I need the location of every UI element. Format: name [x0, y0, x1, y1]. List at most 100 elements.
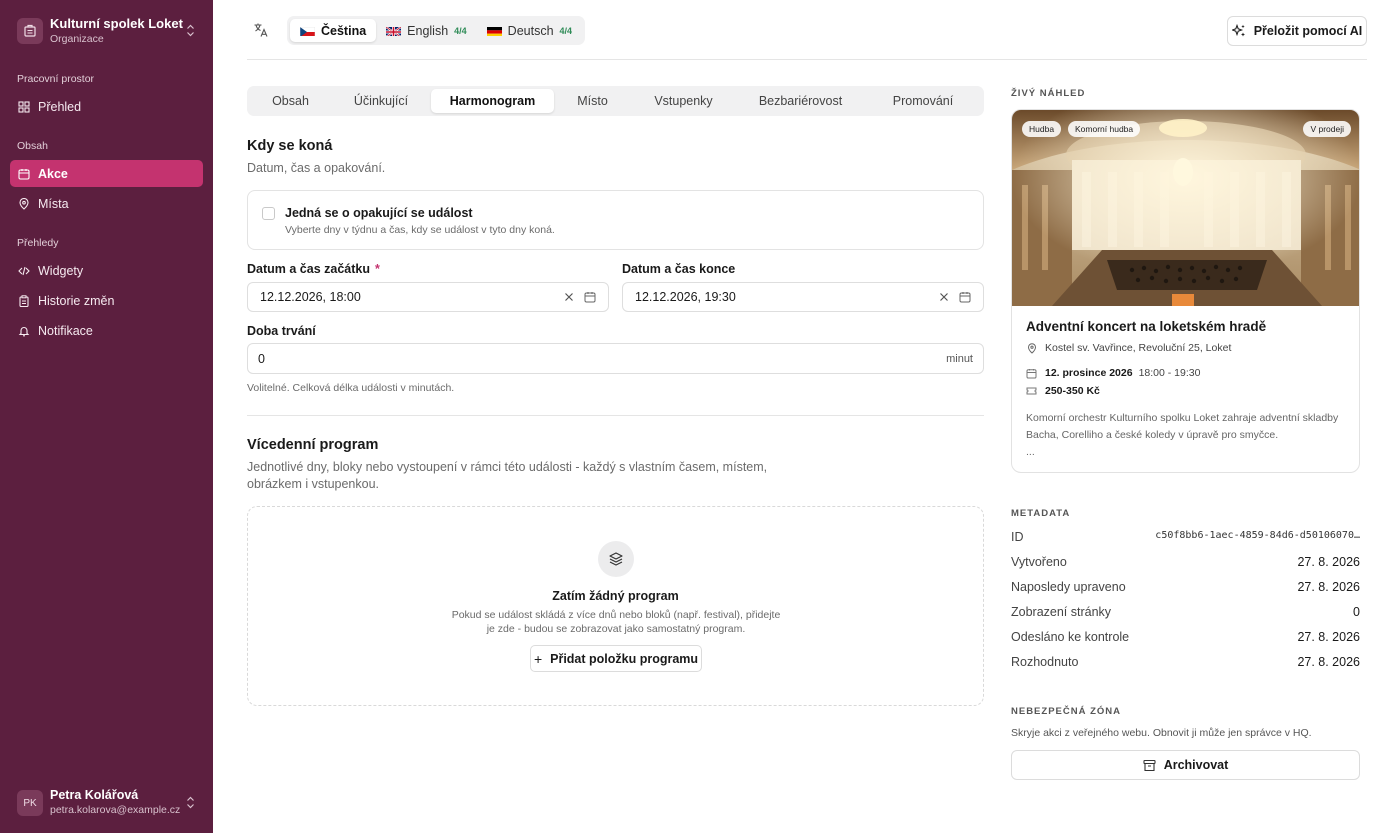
sidebar-item-widgets[interactable]: Widgety [10, 257, 203, 284]
add-program-item-button[interactable]: + Přidat položku programu [530, 645, 702, 672]
sidebar-item-history[interactable]: Historie změn [10, 287, 203, 314]
language-label: English [407, 23, 449, 38]
section-title-program: Vícedenní program [247, 437, 379, 453]
add-button-label: Přidat položku programu [550, 651, 699, 666]
calendar-icon [18, 168, 30, 180]
recurring-checkbox[interactable] [262, 207, 275, 220]
category-chip: Komorní hudba [1068, 121, 1141, 137]
calendar-icon[interactable] [583, 291, 596, 304]
german-flag-icon [486, 26, 502, 36]
uk-flag-icon [386, 25, 402, 36]
org-logo-icon [17, 18, 43, 44]
language-switcher: Čeština English 4/4 Deutsch 4/4 [287, 16, 586, 45]
avatar: PK [17, 790, 43, 816]
archive-icon [1143, 759, 1156, 772]
sidebar-item-label: Historie změn [38, 293, 115, 308]
tab-performers[interactable]: Účinkující [331, 89, 431, 113]
sidebar-item-notifications[interactable]: Notifikace [10, 317, 203, 344]
metadata-row: Vytvořeno 27. 8. 2026 [1011, 555, 1360, 569]
metadata-row: Odesláno ke kontrole 27. 8. 2026 [1011, 630, 1360, 644]
tab-promotion[interactable]: Promování [865, 89, 981, 113]
translate-icon[interactable] [253, 22, 269, 38]
archive-button[interactable]: Archivovat [1011, 750, 1360, 780]
preview-price: 250-350 Kč [1026, 385, 1106, 397]
end-datetime-input[interactable]: 12.12.2026, 19:30 [622, 282, 984, 312]
code-icon [18, 265, 30, 277]
danger-zone-caption: NEBEZPEČNÁ ZÓNA [1011, 706, 1122, 717]
sidebar-item-places[interactable]: Místa [10, 190, 203, 217]
header-divider [247, 59, 1367, 60]
org-subtitle: Organizace [50, 33, 104, 45]
clear-icon[interactable] [562, 291, 575, 304]
tab-place[interactable]: Místo [554, 89, 631, 113]
tab-tickets[interactable]: Vstupenky [631, 89, 736, 113]
tab-schedule[interactable]: Harmonogram [431, 89, 554, 113]
section-label-reports: Přehledy [17, 237, 59, 249]
chevron-up-down-icon [184, 796, 196, 811]
duration-hint: Volitelné. Celková délka události v minu… [247, 382, 455, 394]
org-switcher[interactable]: Kulturní spolek Loket Organizace [10, 10, 203, 52]
archive-button-label: Archivovat [1163, 758, 1229, 772]
editor-tabs: Obsah Účinkující Harmonogram Místo Vstup… [247, 86, 984, 116]
language-tab-de[interactable]: Deutsch 4/4 [477, 19, 582, 42]
tab-accessibility[interactable]: Bezbariérovost [736, 89, 865, 113]
recurring-description: Vyberte dny v týdnu a čas, kdy se událos… [285, 224, 555, 236]
metadata-row: Rozhodnuto 27. 8. 2026 [1011, 655, 1360, 669]
category-chip: Hudba [1022, 121, 1062, 137]
clear-icon[interactable] [937, 291, 950, 304]
section-label-content: Obsah [17, 140, 48, 152]
duration-suffix: minut [946, 352, 973, 365]
chevron-up-down-icon [184, 24, 196, 39]
layers-icon [598, 541, 634, 577]
metadata-row: Zobrazení stránky 0 [1011, 605, 1360, 619]
language-tab-en[interactable]: English 4/4 [376, 19, 477, 42]
required-marker: * [374, 262, 380, 276]
start-datetime-value: 12.12.2026, 18:00 [260, 290, 361, 304]
translation-count-badge: 4/4 [454, 25, 467, 36]
calendar-icon [1026, 368, 1037, 379]
sidebar-item-label: Přehled [38, 99, 82, 114]
danger-zone-description: Skryje akci z veřejného webu. Obnovit ji… [1011, 727, 1312, 739]
start-datetime-input[interactable]: 12.12.2026, 18:00 [247, 282, 609, 312]
sidebar-item-label: Widgety [38, 263, 84, 278]
status-badge: V prodeji [1303, 121, 1351, 137]
sidebar-item-overview[interactable]: Přehled [10, 93, 203, 120]
preview-title: Adventní koncert na loketském hradě [1026, 319, 1267, 334]
duration-input[interactable]: 0 minut [247, 343, 984, 374]
tab-content[interactable]: Obsah [250, 89, 331, 113]
metadata-row: Naposledy upraveno 27. 8. 2026 [1011, 580, 1360, 594]
end-datetime-value: 12.12.2026, 19:30 [635, 290, 736, 304]
map-pin-icon [1026, 342, 1037, 354]
user-menu[interactable]: PK Petra Kolářová petra.kolarova@example… [10, 783, 203, 823]
section-subtitle-when: Datum, čas a opakování. [247, 161, 386, 175]
map-pin-icon [18, 197, 30, 210]
user-email: petra.kolarova@example.cz [50, 804, 181, 816]
translation-count-badge: 4/4 [559, 25, 573, 36]
plus-icon: + [533, 650, 543, 667]
preview-location: Kostel sv. Vavřince, Revoluční 25, Loket [1026, 342, 1231, 354]
ai-button-label: Přeložit pomocí AI [1253, 24, 1363, 38]
preview-description: Komorní orchestr Kulturního spolku Loket… [1026, 412, 1339, 458]
duration-label: Doba trvání [247, 324, 316, 338]
language-tab-cs[interactable]: Čeština [290, 19, 377, 42]
czech-flag-icon [300, 26, 315, 36]
language-label: Deutsch [507, 23, 554, 38]
section-label-workspace: Pracovní prostor [17, 73, 95, 85]
calendar-icon[interactable] [958, 291, 971, 304]
end-datetime-label: Datum a čas konce [622, 262, 736, 276]
section-title-when: Kdy se koná [247, 138, 333, 154]
section-divider [247, 415, 984, 416]
recurring-event-card[interactable]: Jedná se o opakující se událost Vyberte … [247, 190, 984, 250]
event-id: c50f8bb6-1aec-4859-84d6-d50106070… [1155, 530, 1360, 541]
program-empty-state: Zatím žádný program Pokud se událost skl… [247, 506, 984, 706]
bell-icon [18, 325, 30, 337]
user-name: Petra Kolářová [50, 788, 139, 802]
translate-with-ai-button[interactable]: Přeložit pomocí AI [1227, 16, 1367, 46]
preview-date: 12. prosince 2026 18:00 - 19:30 [1026, 367, 1200, 379]
event-preview-card[interactable]: Hudba Komorní hudba V prodeji Adventní k… [1011, 109, 1360, 473]
sparkles-icon [1230, 23, 1246, 38]
sidebar-item-events[interactable]: Akce [10, 160, 203, 187]
concert-hall-image: Hudba Komorní hudba V prodeji [1012, 110, 1359, 306]
start-datetime-label: Datum a čas začátku * [247, 262, 380, 276]
empty-description: Pokud se událost skládá z více dnů nebo … [451, 609, 781, 635]
